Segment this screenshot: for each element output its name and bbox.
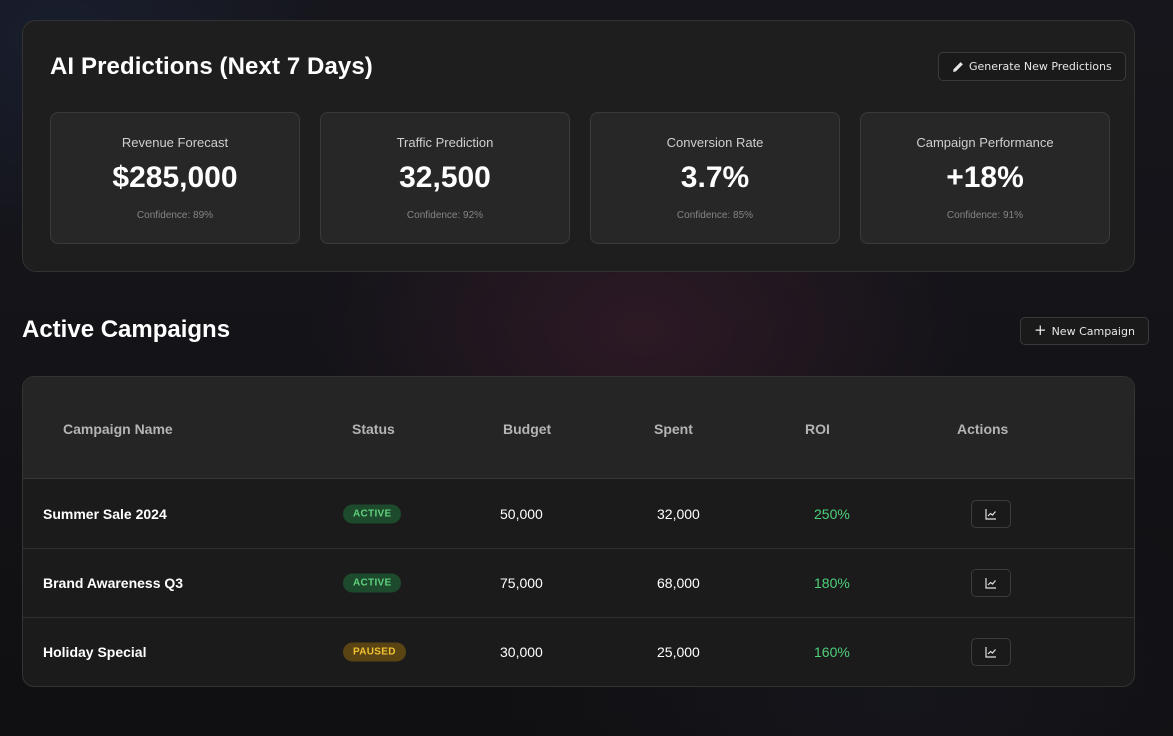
status-badge: PAUSED xyxy=(343,642,406,662)
column-header-status[interactable]: Status xyxy=(352,421,395,437)
campaigns-title: Active Campaigns xyxy=(22,316,231,343)
campaign-budget: 50,000 xyxy=(500,505,543,522)
campaigns-table: Campaign Name Status Budget Spent ROI Ac… xyxy=(22,376,1135,687)
campaign-spent: 25,000 xyxy=(657,644,700,660)
new-campaign-button[interactable]: + New Campaign xyxy=(1020,317,1149,345)
campaign-budget: 30,000 xyxy=(500,644,543,660)
campaign-spent: 32,000 xyxy=(657,505,700,522)
campaign-roi: 160% xyxy=(814,644,850,660)
card-confidence: Confidence: 85% xyxy=(676,210,754,221)
column-header-name[interactable]: Campaign Name xyxy=(63,421,173,437)
column-header-spent[interactable]: Spent xyxy=(654,421,693,437)
card-label: Traffic Prediction xyxy=(396,135,494,150)
campaign-name: Summer Sale 2024 xyxy=(43,505,167,522)
plus-icon: + xyxy=(1034,321,1047,339)
column-header-roi[interactable]: ROI xyxy=(805,421,830,437)
campaign-roi: 180% xyxy=(814,575,850,591)
view-analytics-button[interactable] xyxy=(971,499,1011,528)
status-badge: ACTIVE xyxy=(343,504,402,523)
view-analytics-button[interactable] xyxy=(971,569,1011,597)
card-confidence: Confidence: 89% xyxy=(136,210,214,221)
card-value: $285,000 xyxy=(112,161,238,194)
card-label: Campaign Performance xyxy=(916,135,1054,150)
campaign-name: Holiday Special xyxy=(43,644,147,660)
pencil-icon xyxy=(953,61,963,72)
table-row: Holiday Special PAUSED 30,000 25,000 160… xyxy=(23,617,1134,686)
column-header-budget[interactable]: Budget xyxy=(503,421,551,437)
column-header-actions: Actions xyxy=(957,421,1009,437)
card-value: 3.7% xyxy=(680,161,750,194)
prediction-card-conversion: Conversion Rate 3.7% Confidence: 85% xyxy=(590,112,840,244)
table-row: Summer Sale 2024 ACTIVE 50,000 32,000 25… xyxy=(23,479,1134,548)
predictions-panel: AI Predictions (Next 7 Days) Generate Ne… xyxy=(22,20,1135,272)
chart-line-icon xyxy=(985,578,996,589)
campaign-budget: 75,000 xyxy=(500,575,543,591)
generate-predictions-button[interactable]: Generate New Predictions xyxy=(938,52,1126,81)
new-campaign-label: New Campaign xyxy=(1051,324,1135,338)
campaign-roi: 250% xyxy=(814,505,850,522)
generate-predictions-label: Generate New Predictions xyxy=(969,60,1112,73)
predictions-title: AI Predictions (Next 7 Days) xyxy=(50,53,373,80)
card-label: Conversion Rate xyxy=(666,135,764,150)
chart-line-icon xyxy=(985,508,996,520)
prediction-card-revenue: Revenue Forecast $285,000 Confidence: 89… xyxy=(50,112,300,244)
table-header: Campaign Name Status Budget Spent ROI Ac… xyxy=(23,377,1134,479)
card-value: +18% xyxy=(946,161,1024,194)
card-confidence: Confidence: 91% xyxy=(946,210,1024,221)
chart-line-icon xyxy=(985,647,996,658)
card-confidence: Confidence: 92% xyxy=(406,210,484,221)
campaign-spent: 68,000 xyxy=(657,575,700,591)
campaign-name: Brand Awareness Q3 xyxy=(43,575,184,591)
view-analytics-button[interactable] xyxy=(971,638,1011,666)
table-row: Brand Awareness Q3 ACTIVE 75,000 68,000 … xyxy=(23,548,1134,617)
status-badge: ACTIVE xyxy=(343,573,402,593)
card-label: Revenue Forecast xyxy=(121,135,229,150)
prediction-card-campaign: Campaign Performance +18% Confidence: 91… xyxy=(860,112,1110,244)
card-value: 32,500 xyxy=(399,161,491,194)
prediction-cards: Revenue Forecast $285,000 Confidence: 89… xyxy=(50,112,1110,244)
prediction-card-traffic: Traffic Prediction 32,500 Confidence: 92… xyxy=(320,112,570,244)
